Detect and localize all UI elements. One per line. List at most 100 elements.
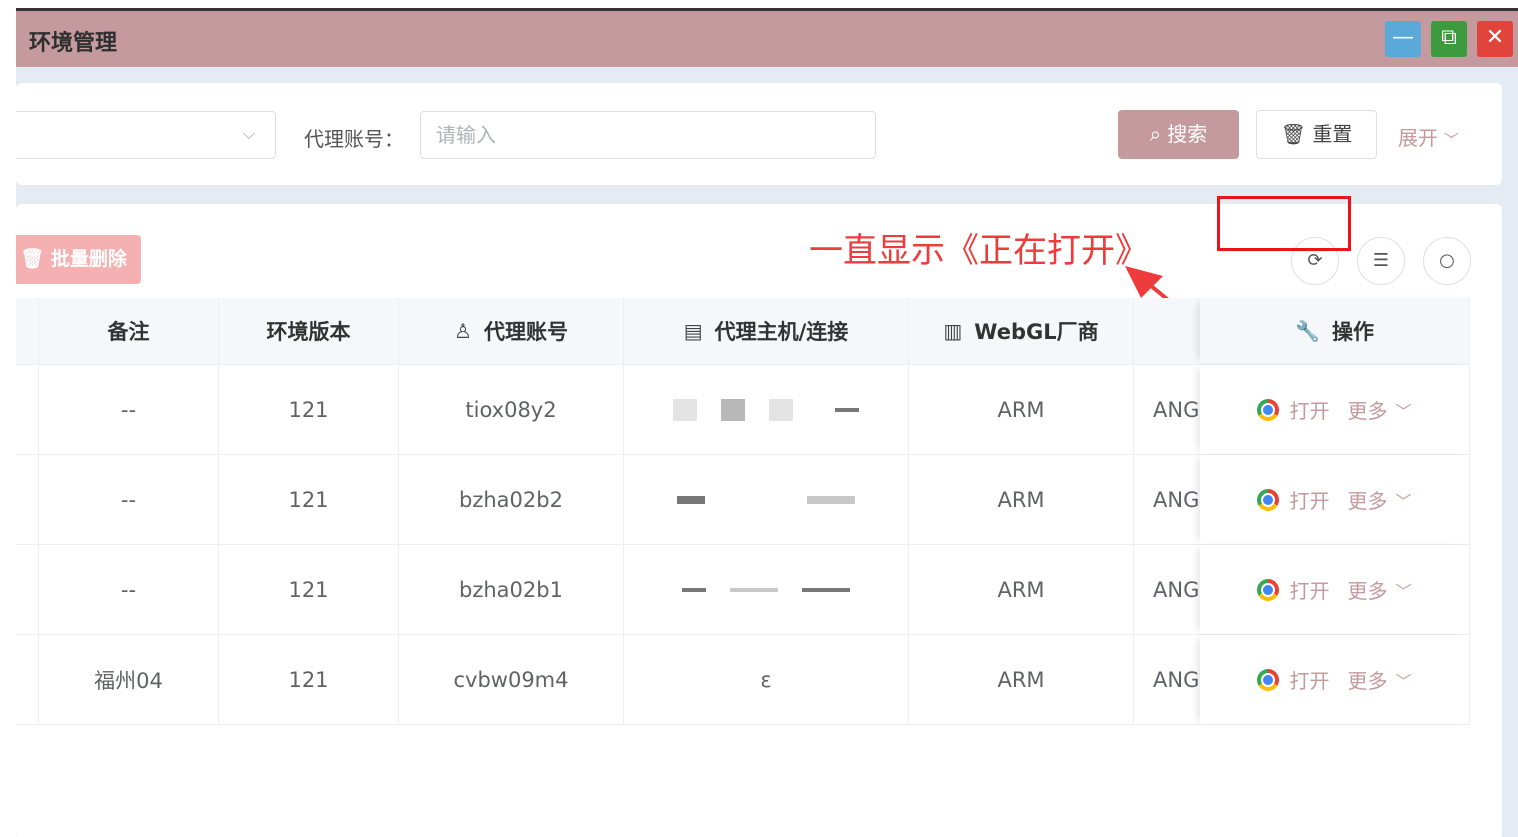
- chevron-down-icon: ﹀: [1395, 671, 1412, 691]
- cell-proxy-account: cvbw09m4: [399, 635, 624, 724]
- more-button[interactable]: 更多: [1347, 575, 1387, 604]
- header-webgl-label: WebGL厂商: [974, 320, 1099, 344]
- header-renderer: [1134, 298, 1200, 364]
- wrench-icon: 🔧: [1295, 319, 1320, 343]
- redacted-block: [721, 398, 745, 421]
- search-panel: ⌵ 代理账号： ⌕ 搜索 🗑 重置 展开 ﹀: [16, 83, 1502, 185]
- proxy-account-label: 代理账号：: [304, 127, 404, 151]
- cell-renderer: ANG: [1153, 667, 1200, 692]
- cell-version: 121: [219, 455, 399, 544]
- cell-actions: 打开 更多 ﹀: [1200, 455, 1470, 544]
- expand-button[interactable]: 展开 ﹀: [1398, 122, 1459, 151]
- close-button[interactable]: ✕: [1477, 21, 1513, 57]
- header-proxy-host: ▤ 代理主机/连接: [624, 298, 909, 364]
- chrome-icon: [1257, 668, 1280, 691]
- minimize-button[interactable]: —: [1385, 21, 1421, 57]
- redacted-line: [677, 495, 705, 504]
- table-header: 备注 环境版本 ♙ 代理账号 ▤ 代理主机/连接 ▥ WebGL厂商 🔧 操作: [16, 298, 1470, 365]
- filter-select[interactable]: ⌵: [16, 111, 276, 159]
- cell-version: 121: [219, 365, 399, 454]
- cell-proxy-host: ε: [624, 635, 909, 724]
- search-button-label: 搜索: [1167, 122, 1208, 146]
- cell-version: 121: [219, 635, 399, 724]
- more-button[interactable]: 更多: [1347, 665, 1387, 694]
- more-button[interactable]: 更多: [1347, 395, 1387, 424]
- app-window: 环境管理 — ⧉ ✕ ⌵ 代理账号： ⌕ 搜索 🗑 重置 展开﹀ 🗑 批量删除 …: [16, 8, 1518, 837]
- table-row: -- 121 bzha02b2 ARM ANG 打开 更多 ﹀: [16, 455, 1470, 545]
- cell-webgl: ARM: [909, 455, 1134, 544]
- row-cell-blank: [16, 455, 39, 544]
- redacted-line: [802, 587, 850, 592]
- open-button[interactable]: 打开: [1289, 395, 1329, 424]
- chevron-down-icon: ﹀: [1444, 131, 1460, 149]
- server-icon: ▤: [683, 319, 703, 343]
- cell-proxy-host-redacted: [624, 455, 909, 544]
- redacted-line: [807, 495, 855, 504]
- cell-actions: 打开 更多 ﹀: [1200, 635, 1470, 724]
- chevron-down-icon: ﹀: [1395, 491, 1412, 511]
- chrome-icon: [1257, 398, 1280, 421]
- redacted-line: [730, 587, 778, 592]
- chrome-icon: [1257, 578, 1280, 601]
- actions-group: 打开 更多 ﹀: [1257, 575, 1412, 604]
- cell-proxy-host-redacted: [624, 545, 909, 634]
- actions-group: 打开 更多 ﹀: [1257, 665, 1412, 694]
- annotation-text: 一直显示《正在打开》: [809, 231, 1149, 271]
- header-cell-blank: [16, 298, 39, 364]
- chrome-icon: [1257, 488, 1280, 511]
- open-button[interactable]: 打开: [1289, 485, 1329, 514]
- row-cell-blank: [16, 635, 39, 724]
- open-button[interactable]: 打开: [1289, 575, 1329, 604]
- batch-delete-button[interactable]: 🗑 批量删除: [16, 235, 141, 284]
- redacted-line: [835, 407, 859, 412]
- actions-group: 打开 更多 ﹀: [1257, 485, 1412, 514]
- header-proxy-account-label: 代理账号: [483, 320, 568, 344]
- header-note: 备注: [39, 298, 219, 364]
- cell-webgl: ARM: [909, 635, 1134, 724]
- chevron-down-icon: ﹀: [1395, 401, 1412, 421]
- cell-note: --: [39, 455, 219, 544]
- cell-actions: 打开 更多 ﹀: [1200, 365, 1470, 454]
- chevron-down-icon: ⌵: [242, 124, 255, 143]
- cell-note: --: [39, 365, 219, 454]
- header-version: 环境版本: [219, 298, 399, 364]
- cell-renderer: ANG: [1153, 397, 1200, 422]
- chevron-down-icon: ﹀: [1395, 581, 1412, 601]
- title-bar: 环境管理 — ⧉ ✕: [16, 11, 1518, 67]
- search-icon: ⌕: [1149, 122, 1168, 146]
- more-button[interactable]: 更多: [1347, 485, 1387, 514]
- column-settings-icon[interactable]: ☰: [1357, 237, 1405, 285]
- table-row: -- 121 tiox08y2 ARM ANG 打开 更多 ﹀: [16, 365, 1470, 455]
- row-cell-blank: [16, 545, 39, 634]
- trash-icon: 🗑: [20, 248, 51, 270]
- cell-note: --: [39, 545, 219, 634]
- reset-button[interactable]: 🗑 重置: [1256, 110, 1377, 159]
- search-button[interactable]: ⌕ 搜索: [1118, 110, 1239, 159]
- header-proxy-host-label: 代理主机/连接: [714, 320, 849, 344]
- cell-proxy-host-redacted: [624, 365, 909, 454]
- proxy-account-input[interactable]: [420, 111, 876, 159]
- header-actions: 🔧 操作: [1200, 298, 1470, 364]
- trash-icon: 🗑: [1280, 122, 1313, 146]
- cell-webgl: ARM: [909, 365, 1134, 454]
- cell-note: 福州04: [39, 635, 219, 724]
- highlight-box: [1217, 196, 1351, 251]
- cell-proxy-account: tiox08y2: [399, 365, 624, 454]
- table-panel: 🗑 批量删除 一直显示《正在打开》 ⟳ ☰ ○ 备注 环境版本 ♙ 代理账号 ▤ 代…: [16, 204, 1502, 837]
- header-webgl: ▥ WebGL厂商: [909, 298, 1134, 364]
- zoom-icon[interactable]: ○: [1423, 237, 1471, 285]
- cell-renderer: ANG: [1153, 577, 1200, 602]
- table-row: 福州04 121 cvbw09m4 ε ARM ANG 打开 更多 ﹀: [16, 635, 1470, 725]
- cell-webgl: ARM: [909, 545, 1134, 634]
- table-row: -- 121 bzha02b1 ARM ANG 打开 更多 ﹀: [16, 545, 1470, 635]
- building-icon: ▥: [943, 319, 963, 343]
- cell-proxy-account: bzha02b1: [399, 545, 624, 634]
- row-cell-blank: [16, 365, 39, 454]
- restore-button[interactable]: ⧉: [1431, 21, 1467, 57]
- redacted-block: [769, 398, 793, 421]
- batch-delete-label: 批量删除: [50, 248, 127, 270]
- user-icon: ♙: [454, 319, 472, 343]
- cell-actions: 打开 更多 ﹀: [1200, 545, 1470, 634]
- cell-proxy-account: bzha02b2: [399, 455, 624, 544]
- open-button[interactable]: 打开: [1289, 665, 1329, 694]
